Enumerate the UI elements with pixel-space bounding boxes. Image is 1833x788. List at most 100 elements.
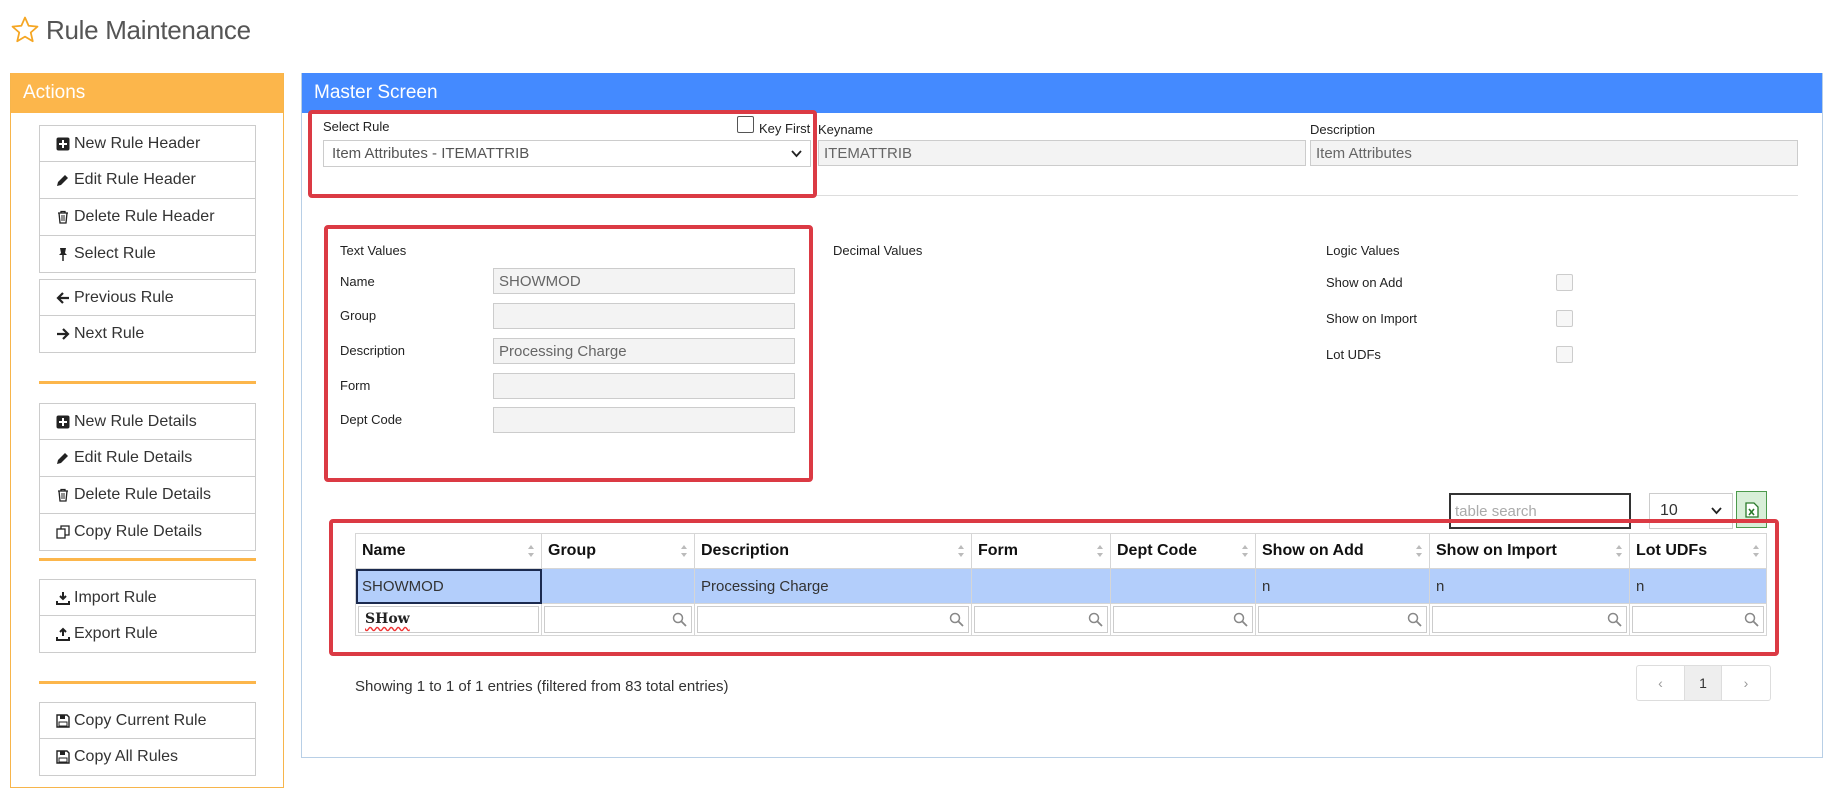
description-field[interactable]: Item Attributes	[1310, 140, 1798, 166]
dept-code-field[interactable]	[493, 407, 795, 433]
sort-icon	[958, 545, 964, 557]
chevron-down-icon	[1711, 507, 1722, 515]
delete-rule-header-label: Delete Rule Header	[74, 208, 215, 225]
search-icon	[1744, 612, 1759, 627]
show-on-import-label: Show on Import	[1326, 311, 1418, 326]
column-header-dept-code[interactable]: Dept Code	[1110, 533, 1256, 569]
table-info: Showing 1 to 1 of 1 entries (filtered fr…	[355, 678, 729, 695]
copy-rule-details-button[interactable]: Copy Rule Details	[39, 514, 256, 551]
copy-icon	[56, 525, 70, 539]
rule-header-actions: New Rule Header Edit Rule Header Delete …	[39, 125, 256, 273]
group-label: Group	[340, 308, 377, 323]
search-icon	[1607, 612, 1622, 627]
lot-udfs-checkbox[interactable]	[1556, 346, 1573, 363]
form-field[interactable]	[493, 373, 795, 399]
import-export-actions: Import Rule Export Rule	[39, 579, 256, 653]
filter-dept-code-input[interactable]	[1113, 606, 1253, 633]
sort-icon	[1616, 545, 1622, 557]
filter-show-on-add-input[interactable]	[1258, 606, 1427, 633]
delete-rule-header-button[interactable]: Delete Rule Header	[39, 199, 256, 236]
export-excel-button[interactable]	[1736, 491, 1767, 528]
plus-square-icon	[56, 137, 70, 150]
sort-icon	[1416, 545, 1422, 557]
cell-dept-code[interactable]	[1110, 568, 1256, 604]
column-header-lot-udfs[interactable]: Lot UDFs	[1629, 533, 1767, 569]
export-rule-label: Export Rule	[74, 625, 158, 642]
new-rule-details-button[interactable]: New Rule Details	[39, 403, 256, 440]
sort-icon	[681, 545, 687, 557]
filter-group-input[interactable]	[544, 606, 692, 633]
arrow-left-icon	[56, 291, 69, 304]
cell-group[interactable]	[541, 568, 695, 604]
trash-icon	[58, 488, 68, 502]
actions-panel-title: Actions	[11, 73, 283, 113]
pagination-prev[interactable]: ‹	[1637, 666, 1685, 700]
rule-details-table: Name Group Description Form Dept Code Sh…	[355, 533, 1767, 636]
copy-all-rules-button[interactable]: Copy All Rules	[39, 739, 256, 776]
table-search-input[interactable]: table search	[1449, 493, 1631, 529]
edit-rule-header-label: Edit Rule Header	[74, 171, 196, 188]
delete-rule-details-button[interactable]: Delete Rule Details	[39, 477, 256, 514]
table-row[interactable]: SHOWMOD Processing Charge n n n	[355, 568, 1767, 604]
column-header-group[interactable]: Group	[541, 533, 695, 569]
column-header-show-on-add[interactable]: Show on Add	[1255, 533, 1430, 569]
column-header-show-on-import[interactable]: Show on Import	[1429, 533, 1630, 569]
copy-current-rule-label: Copy Current Rule	[74, 711, 207, 729]
cell-description[interactable]: Processing Charge	[694, 568, 972, 604]
column-header-description[interactable]: Description	[694, 533, 972, 569]
filter-name-input[interactable]: SHow	[358, 606, 539, 633]
cell-name[interactable]: SHOWMOD	[355, 568, 542, 604]
search-icon	[1088, 612, 1103, 627]
cell-show-on-add[interactable]: n	[1255, 568, 1430, 604]
select-rule-button[interactable]: Select Rule	[39, 236, 256, 273]
pagination-page-1[interactable]: 1	[1685, 666, 1722, 700]
actions-divider	[39, 558, 256, 561]
page-header: Rule Maintenance	[10, 10, 251, 50]
dept-code-label: Dept Code	[340, 412, 403, 427]
pagination: ‹ 1 ›	[1636, 665, 1771, 701]
master-screen-title: Master Screen	[302, 73, 1822, 113]
decimal-values-title: Decimal Values	[833, 243, 923, 258]
import-rule-button[interactable]: Import Rule	[39, 579, 256, 616]
filter-show-on-import-input[interactable]	[1432, 606, 1627, 633]
show-on-add-checkbox[interactable]	[1556, 274, 1573, 291]
text-description-field[interactable]: Processing Charge	[493, 338, 795, 364]
edit-rule-details-label: Edit Rule Details	[74, 449, 193, 466]
sort-icon	[528, 545, 534, 557]
page-length-select[interactable]: 10	[1649, 493, 1733, 529]
new-rule-header-label: New Rule Header	[74, 134, 201, 152]
filter-description-input[interactable]	[697, 606, 969, 633]
next-rule-button[interactable]: Next Rule	[39, 316, 256, 353]
edit-rule-header-button[interactable]: Edit Rule Header	[39, 162, 256, 199]
excel-icon	[1744, 501, 1759, 518]
column-header-form[interactable]: Form	[971, 533, 1111, 569]
new-rule-header-button[interactable]: New Rule Header	[39, 125, 256, 162]
trash-icon	[58, 210, 68, 224]
cell-show-on-import[interactable]: n	[1429, 568, 1630, 604]
actions-divider	[39, 681, 256, 684]
previous-rule-button[interactable]: Previous Rule	[39, 279, 256, 316]
page-length-value: 10	[1660, 502, 1678, 519]
group-field[interactable]	[493, 303, 795, 329]
form-label: Form	[340, 378, 371, 393]
name-field[interactable]: SHOWMOD	[493, 268, 795, 294]
pagination-next[interactable]: ›	[1722, 666, 1770, 700]
search-icon	[672, 612, 687, 627]
edit-rule-details-button[interactable]: Edit Rule Details	[39, 440, 256, 477]
filter-lot-udfs-input[interactable]	[1632, 606, 1764, 633]
cell-form[interactable]	[971, 568, 1111, 604]
export-rule-button[interactable]: Export Rule	[39, 616, 256, 653]
filter-name-value: SHow	[365, 611, 410, 627]
show-on-import-checkbox[interactable]	[1556, 310, 1573, 327]
filter-row: SHow	[355, 603, 1767, 636]
column-header-name[interactable]: Name	[355, 533, 542, 569]
filter-form-input[interactable]	[974, 606, 1108, 633]
key-first-checkbox[interactable]	[737, 116, 754, 133]
search-icon	[1407, 612, 1422, 627]
keyname-field[interactable]: ITEMATTRIB	[818, 140, 1306, 166]
save-icon	[56, 750, 70, 764]
cell-lot-udfs[interactable]: n	[1629, 568, 1767, 604]
select-rule-dropdown[interactable]: Item Attributes - ITEMATTRIB	[323, 140, 811, 167]
rule-detail-actions: New Rule Details Edit Rule Details Delet…	[39, 403, 256, 551]
copy-current-rule-button[interactable]: Copy Current Rule	[39, 702, 256, 739]
